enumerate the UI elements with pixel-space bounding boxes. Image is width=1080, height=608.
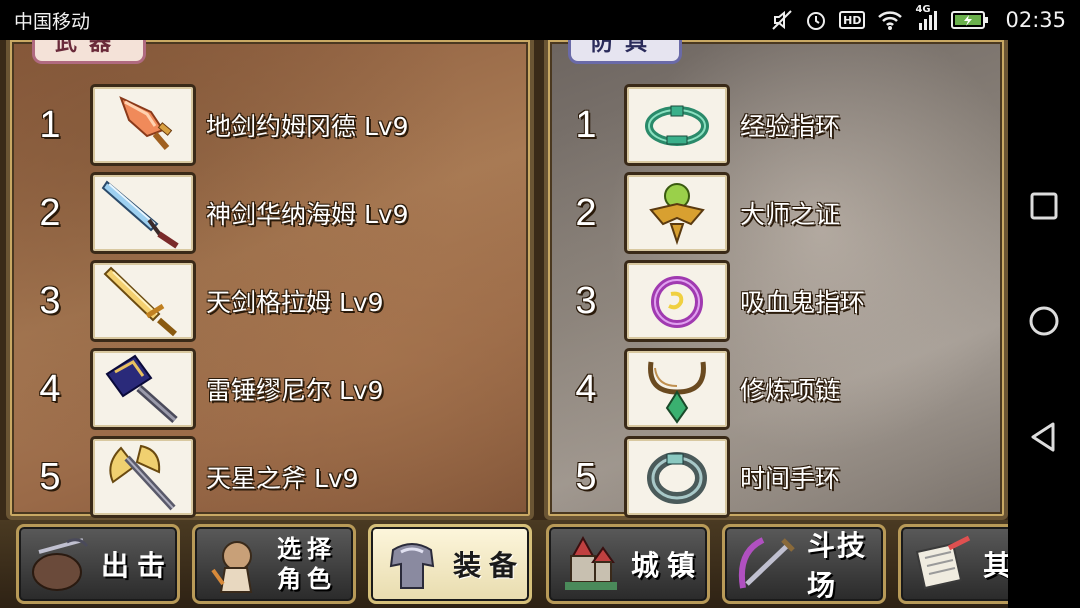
select-character-label: 选择 角色 xyxy=(277,535,337,593)
sortie-button[interactable]: 出击 xyxy=(16,524,180,604)
weapon-slot[interactable] xyxy=(90,172,196,254)
home-icon[interactable] xyxy=(1028,305,1060,341)
slot-number: 3 xyxy=(575,279,597,322)
network-type-label: 4G xyxy=(915,4,931,15)
weapon-row[interactable]: 5 天星之斧 Lv9 xyxy=(10,436,530,518)
dagger-icon xyxy=(119,96,173,150)
sortie-label: 出击 xyxy=(101,549,174,582)
weapon-name: 天剑格拉姆 Lv9 xyxy=(206,288,384,317)
slot-number: 4 xyxy=(39,367,61,410)
armor-name: 时间手环 xyxy=(740,464,841,493)
equipment-button[interactable]: 装备 xyxy=(368,524,532,604)
weapon-slot[interactable] xyxy=(90,436,196,518)
armor-panel: 防具 1 经验指环 2 大师之证 3 吸血鬼指环 4 修炼项链 5 时间手环 xyxy=(544,40,1008,520)
armor-row[interactable]: 1 经验指环 xyxy=(548,84,1004,166)
golden-sword-icon xyxy=(103,266,177,337)
armor-name: 修炼项链 xyxy=(740,376,841,405)
necklace-icon xyxy=(648,361,706,424)
armor-name: 经验指环 xyxy=(740,112,841,141)
armor-slot[interactable] xyxy=(624,84,730,166)
sword-icon xyxy=(101,180,179,249)
scroll-icon xyxy=(915,535,971,590)
arena-button[interactable]: 斗技场 xyxy=(722,524,886,604)
arena-label: 斗技场 xyxy=(807,529,868,602)
armor-name: 大师之证 xyxy=(740,200,841,229)
mute-icon xyxy=(771,8,793,32)
hammer-icon xyxy=(105,354,178,423)
armor-slot[interactable] xyxy=(624,172,730,254)
game-screen: 武器 1 地剑约姆冈德 Lv9 2 神剑华纳海姆 Lv9 3 天剑格拉姆 Lv9… xyxy=(0,40,1008,608)
slot-number: 5 xyxy=(575,455,597,498)
ring-icon xyxy=(645,105,709,146)
weapon-row[interactable]: 4 雷锤缪尼尔 Lv9 xyxy=(10,348,530,430)
weapon-slot[interactable] xyxy=(90,84,196,166)
armor-row[interactable]: 2 大师之证 xyxy=(548,172,1004,254)
other-button[interactable]: 其 xyxy=(898,524,1008,604)
slot-number: 1 xyxy=(39,103,61,146)
weapon-row[interactable]: 3 天剑格拉姆 Lv9 xyxy=(10,260,530,342)
vampire-ring-icon xyxy=(651,276,703,328)
hd-icon: HD xyxy=(839,11,866,29)
castle-icon xyxy=(565,535,617,590)
character-icon xyxy=(211,541,253,593)
sortie-icon xyxy=(32,538,89,591)
clock: 02:35 xyxy=(1005,8,1066,32)
town-label: 城镇 xyxy=(631,549,704,582)
other-label: 其 xyxy=(983,544,1008,584)
armor-slot[interactable] xyxy=(624,436,730,518)
navigation-bar xyxy=(1008,40,1080,608)
slot-number: 4 xyxy=(575,367,597,410)
weapons-tab[interactable]: 武器 xyxy=(32,40,147,64)
weapon-slot[interactable] xyxy=(90,260,196,342)
slot-number: 2 xyxy=(39,191,61,234)
armor-row[interactable]: 3 吸血鬼指环 xyxy=(548,260,1004,342)
weapon-row[interactable]: 1 地剑约姆冈德 Lv9 xyxy=(10,84,530,166)
armor-tab[interactable]: 防具 xyxy=(568,40,683,64)
axe-icon xyxy=(109,444,176,511)
weapon-name: 神剑华纳海姆 Lv9 xyxy=(206,200,409,229)
bracelet-icon xyxy=(647,452,707,504)
recents-icon[interactable] xyxy=(1029,191,1059,225)
slot-number: 1 xyxy=(575,103,597,146)
alarm-icon xyxy=(805,8,827,32)
arena-icon xyxy=(739,537,795,589)
weapon-name: 天星之斧 Lv9 xyxy=(206,464,359,493)
armor-slot[interactable] xyxy=(624,348,730,430)
weapon-row[interactable]: 2 神剑华纳海姆 Lv9 xyxy=(10,172,530,254)
town-button[interactable]: 城镇 xyxy=(546,524,710,604)
slot-number: 5 xyxy=(39,455,61,498)
armor-row[interactable]: 5 时间手环 xyxy=(548,436,1004,518)
weapons-panel: 武器 1 地剑约姆冈德 Lv9 2 神剑华纳海姆 Lv9 3 天剑格拉姆 Lv9… xyxy=(6,40,534,520)
back-icon[interactable] xyxy=(1029,421,1059,457)
select-character-button[interactable]: 选择 角色 xyxy=(192,524,356,604)
armor-slot[interactable] xyxy=(624,260,730,342)
emblem-icon xyxy=(649,183,705,246)
armor-row[interactable]: 4 修炼项链 xyxy=(548,348,1004,430)
equipment-label: 装备 xyxy=(453,549,526,582)
weapon-slot[interactable] xyxy=(90,348,196,430)
signal-icon: 4G xyxy=(915,4,939,32)
status-bar: 中国移动 HD 4G 02:35 xyxy=(0,0,1080,40)
weapon-name: 地剑约姆冈德 Lv9 xyxy=(206,112,409,141)
bottom-menu: 出击 选择 角色 装备 城镇 斗技场 xyxy=(0,520,1008,608)
slot-number: 2 xyxy=(575,191,597,234)
weapon-name: 雷锤缪尼尔 Lv9 xyxy=(206,376,384,405)
battery-icon xyxy=(951,8,989,32)
wifi-icon xyxy=(877,8,903,32)
slot-number: 3 xyxy=(39,279,61,322)
carrier-label: 中国移动 xyxy=(14,10,91,33)
armor-icon xyxy=(389,543,435,589)
armor-name: 吸血鬼指环 xyxy=(740,288,866,317)
